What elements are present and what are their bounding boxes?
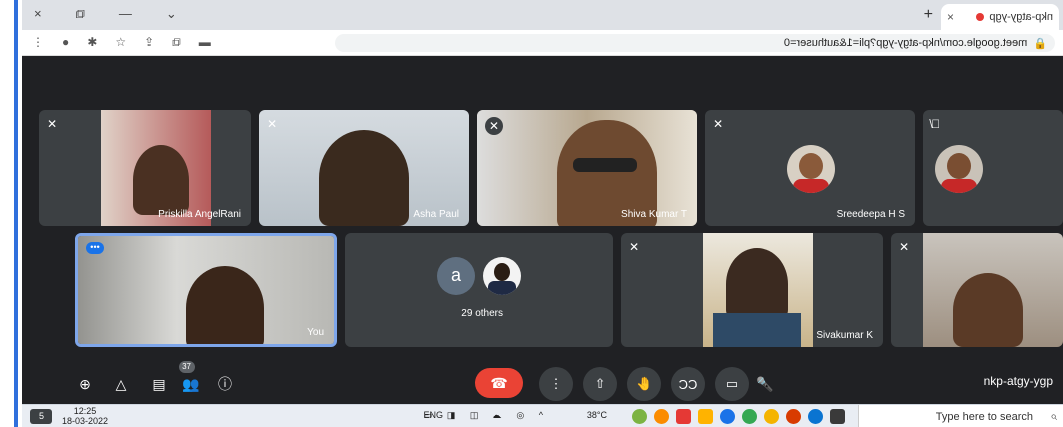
window-controls: ⌄ — ⧉ × [34,6,177,22]
new-tab-button[interactable]: + [924,6,933,24]
close-window-button[interactable]: × [34,6,42,22]
glasses-shape [573,158,637,172]
activities-icon[interactable]: △ [109,372,133,396]
host-controls-icon[interactable]: ⊕ [73,372,97,396]
self-face [186,266,264,347]
participant-name: Shiva Kumar T [621,209,687,220]
lock-icon: 🔒 [1033,37,1047,50]
participant-tile-7[interactable]: Sivakumar K ✕ [621,233,883,347]
meet-tab-label: nkp-atgy-ygp [989,11,1053,23]
puzzle-icon[interactable]: ✱ [87,35,97,50]
participant-face [953,273,1023,347]
url-text: meet.google.com/nkp-atgy-ygp?pli=1&authu… [783,37,1028,49]
search-icon: ⌕ [1050,409,1057,423]
chrome-window-icon[interactable] [720,409,735,424]
clock-time: 12:25 [73,406,97,416]
raise-hand-button[interactable]: ✋ [627,367,661,401]
powerpoint-icon[interactable] [676,409,691,424]
present-button[interactable]: ⇧ [583,367,617,401]
task-view-icon[interactable] [830,409,845,424]
browser-tab-bar: nkp-atgy-ygp × + ⌄ — ⧉ × [22,0,1063,30]
participant-tile-4[interactable]: Asha Paul ✕ [259,110,469,226]
participant-avatar [787,145,835,193]
chrome-icon[interactable] [764,409,779,424]
more-options-icon[interactable]: ••• [86,242,104,254]
participant-name: Sreedeepa H S [836,209,905,220]
mic-off-icon: ✕ [899,240,910,254]
weather-temp: 38°C [586,410,607,420]
participant-face [319,130,409,226]
profile-avatar-icon[interactable]: ● [62,35,69,50]
tab-search-icon[interactable]: ⌄ [166,6,177,22]
participant-shirt [713,313,801,347]
clock-date: 18-03-2022 [62,416,109,426]
browser-tab[interactable]: nkp-atgy-ygp × [941,4,1059,30]
participant-name: Asha Paul [413,209,459,220]
office-icon[interactable] [786,409,801,424]
participant-tile-6[interactable]: ✕ [891,233,1063,347]
taskbar-clock[interactable]: 12:25 18-03-2022 [62,406,108,426]
search-placeholder: Type here to search [935,410,1033,423]
menu-kebab-icon[interactable]: ⋮ [32,35,44,50]
participant-tile-5[interactable]: Priskilla AngelRani ✕ [39,110,251,226]
more-options-button[interactable]: ⋮ [539,367,573,401]
camera-button[interactable]: ▭ [715,367,749,401]
participant-avatar [935,145,983,193]
chat-icon[interactable]: ▤ [147,372,171,396]
notification-center-icon[interactable]: 5 [30,409,52,424]
taskbar-search[interactable]: ⌕ Type here to search [858,405,1063,427]
mic-button[interactable]: 🎤 [753,372,777,396]
people-icon[interactable]: 👥 [179,372,203,396]
participant-tile-3[interactable]: Shiva Kumar T ✕ [477,110,697,226]
star-icon[interactable]: ☆ [115,35,126,50]
meeting-code: nkp-atgy-ygp [983,374,1053,388]
app-icon[interactable] [632,409,647,424]
participant-name: Sivakumar K [816,330,873,341]
extension-icons: ▬ ⧉ ⇪ ☆ ✱ ● ⋮ [32,35,211,50]
self-view-tile[interactable]: You ••• [75,233,337,347]
firefox-icon[interactable] [654,409,669,424]
picture-in-picture-icon[interactable]: ⧉ [172,35,181,50]
left-edge-bar [14,0,18,427]
recording-dot-icon [976,13,985,21]
participant-tile-1[interactable]: 🎙̸ [923,110,1063,226]
edge-icon[interactable] [808,409,823,424]
people-count-badge: 37 [179,361,195,373]
meeting-details-icon[interactable]: ⓘ [213,372,237,396]
mic-off-icon: ✕ [47,117,58,131]
address-bar-row: 🔒 meet.google.com/nkp-atgy-ygp?pli=1&aut… [22,30,1063,56]
others-count-label: 29 others [461,308,503,319]
participant-tile-2[interactable]: Sreedeepa H S ✕ [705,110,915,226]
url-field[interactable]: 🔒 meet.google.com/nkp-atgy-ygp?pli=1&aut… [335,34,1055,52]
chrome-profile-icon[interactable] [742,409,757,424]
participant-tile-others[interactable]: a 29 others [345,233,613,347]
mic-off-icon: 🎙̸ [931,117,940,131]
captions-button[interactable]: CC [671,367,705,401]
camera-icon[interactable]: ▬ [199,35,211,50]
mic-off-icon: ✕ [485,117,503,135]
minimize-button[interactable]: — [119,6,132,22]
file-explorer-icon[interactable] [698,409,713,424]
self-name: You [307,327,324,338]
page: nkp-atgy-ygp × + ⌄ — ⧉ × 🔒 meet.google.c… [0,0,1063,427]
meet-screen-mirrored: nkp-atgy-ygp × + ⌄ — ⧉ × 🔒 meet.google.c… [22,0,1063,427]
mic-off-icon: ✕ [629,240,640,254]
keyboard-language[interactable]: ENG [423,410,443,420]
participant-face [133,145,189,215]
leave-call-button[interactable]: ☎ [475,368,523,398]
mic-off-icon: ✕ [713,117,724,131]
participant-avatar [483,257,521,295]
participant-face [726,248,788,320]
close-tab-icon[interactable]: × [947,10,954,24]
windows-taskbar: ⌕ Type here to search 38°C ^ ◎ ☁ ◫ ◧ ▭ E… [22,404,1063,427]
share-icon[interactable]: ⇪ [144,35,154,50]
others-initial-avatar: a [437,257,475,295]
mic-off-icon: ✕ [267,117,278,131]
participant-name: Priskilla AngelRani [158,209,241,220]
maximize-button[interactable]: ⧉ [76,6,85,22]
